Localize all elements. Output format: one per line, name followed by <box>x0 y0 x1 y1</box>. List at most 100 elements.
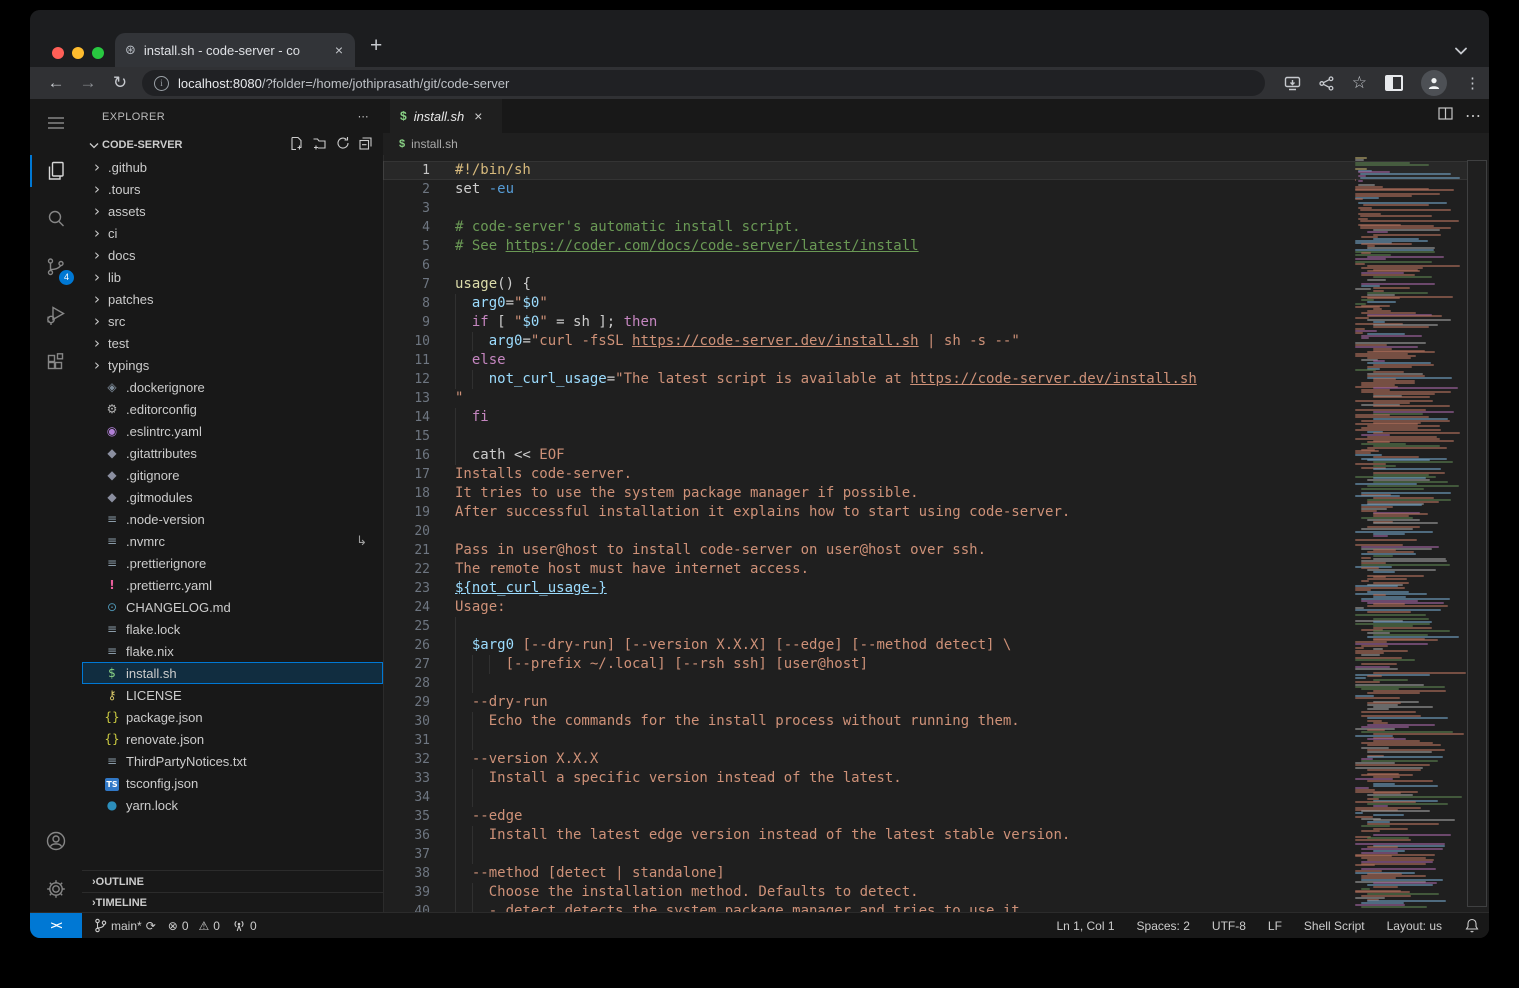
file-row-.nvmrc[interactable]: ≡.nvmrc↳ <box>82 530 383 552</box>
zoom-window-button[interactable] <box>92 47 104 59</box>
code-line-20[interactable]: 20 <box>383 522 1115 541</box>
problems-status[interactable]: ⊗0 ⚠0 <box>168 919 220 933</box>
folder-row-.github[interactable]: ›.github <box>82 156 383 178</box>
install-app-icon[interactable] <box>1284 76 1301 91</box>
run-debug-icon[interactable] <box>30 291 82 339</box>
file-row-flake.nix[interactable]: ≡flake.nix <box>82 640 383 662</box>
code-line-16[interactable]: 16 cath << EOF <box>383 446 1115 465</box>
code-line-30[interactable]: 30 Echo the commands for the install pro… <box>383 712 1115 731</box>
file-row-CHANGELOG.md[interactable]: ⊙CHANGELOG.md <box>82 596 383 618</box>
project-root-row[interactable]: CODE-SERVER <box>82 134 383 156</box>
code-line-2[interactable]: 2set -eu <box>383 180 1115 199</box>
statusbar-item-eol[interactable]: LF <box>1268 919 1282 933</box>
code-line-28[interactable]: 28 <box>383 674 1115 693</box>
file-row-.gitattributes[interactable]: ◆.gitattributes <box>82 442 383 464</box>
folder-row-lib[interactable]: ›lib <box>82 266 383 288</box>
file-row-.node-version[interactable]: ≡.node-version <box>82 508 383 530</box>
code-line-12[interactable]: 12 not_curl_usage="The latest script is … <box>383 370 1115 389</box>
code-line-9[interactable]: 9 if [ "$0" = sh ]; then <box>383 313 1115 332</box>
source-control-icon[interactable]: 4 <box>30 243 82 291</box>
notifications-bell-icon[interactable] <box>1465 918 1479 933</box>
code-line-33[interactable]: 33 Install a specific version instead of… <box>383 769 1115 788</box>
minimize-window-button[interactable] <box>72 47 84 59</box>
file-row-.prettierignore[interactable]: ≡.prettierignore <box>82 552 383 574</box>
file-row-.editorconfig[interactable]: ⚙.editorconfig <box>82 398 383 420</box>
window-controls[interactable] <box>52 47 104 59</box>
file-row-.gitmodules[interactable]: ◆.gitmodules <box>82 486 383 508</box>
close-window-button[interactable] <box>52 47 64 59</box>
code-line-24[interactable]: 24Usage: <box>383 598 1115 617</box>
code-line-15[interactable]: 15 <box>383 427 1115 446</box>
file-row-tsconfig.json[interactable]: TStsconfig.json <box>82 772 383 794</box>
code-line-6[interactable]: 6 <box>383 256 1115 275</box>
search-icon[interactable] <box>30 195 82 243</box>
open-to-side-icon[interactable]: ↳ <box>356 534 383 549</box>
split-editor-icon[interactable] <box>1438 107 1453 125</box>
code-line-23[interactable]: 23${not_curl_usage-} <box>383 579 1115 598</box>
new-folder-icon[interactable] <box>312 136 328 154</box>
file-row-install.sh[interactable]: $install.sh <box>82 662 383 684</box>
sync-icon[interactable]: ⟳ <box>146 919 156 933</box>
code-line-36[interactable]: 36 Install the latest edge version inste… <box>383 826 1115 845</box>
code-editor[interactable]: 1#!/bin/sh2set -eu34# code-server's auto… <box>383 155 1489 913</box>
code-line-29[interactable]: 29 --dry-run <box>383 693 1115 712</box>
reload-button[interactable]: ↻ <box>104 73 136 93</box>
account-icon[interactable] <box>30 817 82 865</box>
branch-status[interactable]: main* ⟳ <box>94 918 156 933</box>
explorer-more-icon[interactable]: ⋯ <box>358 110 369 123</box>
code-line-31[interactable]: 31 <box>383 731 1115 750</box>
code-line-4[interactable]: 4# code-server's automatic install scrip… <box>383 218 1115 237</box>
forward-button[interactable]: → <box>72 73 104 93</box>
statusbar-item-keyboard-layout[interactable]: Layout: us <box>1387 919 1442 933</box>
code-line-34[interactable]: 34 <box>383 788 1115 807</box>
code-line-26[interactable]: 26 $arg0 [--dry-run] [--version X.X.X] [… <box>383 636 1115 655</box>
code-line-1[interactable]: 1#!/bin/sh <box>383 161 1468 180</box>
back-button[interactable]: ← <box>40 73 72 93</box>
editor-more-actions-icon[interactable]: ⋯ <box>1465 106 1481 126</box>
folder-row-src[interactable]: ›src <box>82 310 383 332</box>
editor-tab-install-sh[interactable]: $ install.sh × <box>390 99 502 133</box>
code-line-32[interactable]: 32 --version X.X.X <box>383 750 1115 769</box>
file-row-.gitignore[interactable]: ◆.gitignore <box>82 464 383 486</box>
collapse-all-icon[interactable] <box>358 136 373 154</box>
folder-row-assets[interactable]: ›assets <box>82 200 383 222</box>
code-line-17[interactable]: 17Installs code-server. <box>383 465 1115 484</box>
new-tab-button[interactable]: + <box>370 34 382 58</box>
code-line-38[interactable]: 38 --method [detect | standalone] <box>383 864 1115 883</box>
close-tab-icon[interactable]: × <box>333 42 345 58</box>
minimap[interactable] <box>1352 155 1468 913</box>
folder-row-.tours[interactable]: ›.tours <box>82 178 383 200</box>
code-line-5[interactable]: 5# See https://coder.com/docs/code-serve… <box>383 237 1115 256</box>
statusbar-item-indentation[interactable]: Spaces: 2 <box>1137 919 1190 933</box>
file-row-package.json[interactable]: {}package.json <box>82 706 383 728</box>
breadcrumb[interactable]: $ install.sh <box>383 133 1489 155</box>
statusbar-item-language-mode[interactable]: Shell Script <box>1304 919 1365 933</box>
browser-menu-icon[interactable]: ⋮ <box>1465 74 1480 92</box>
folder-row-test[interactable]: ›test <box>82 332 383 354</box>
ports-status[interactable]: 0 <box>232 919 257 933</box>
profile-avatar[interactable] <box>1421 70 1447 96</box>
extensions-icon[interactable] <box>30 339 82 387</box>
code-line-7[interactable]: 7usage() { <box>383 275 1115 294</box>
code-line-11[interactable]: 11 else <box>383 351 1115 370</box>
folder-row-ci[interactable]: ›ci <box>82 222 383 244</box>
remote-indicator[interactable]: >< <box>30 913 82 938</box>
explorer-view-icon[interactable] <box>30 147 82 195</box>
timeline-section[interactable]: ›TIMELINE <box>82 892 383 913</box>
code-line-18[interactable]: 18It tries to use the system package man… <box>383 484 1115 503</box>
file-row-ThirdPartyNotices.txt[interactable]: ≡ThirdPartyNotices.txt <box>82 750 383 772</box>
code-line-25[interactable]: 25 <box>383 617 1115 636</box>
file-row-LICENSE[interactable]: ⚷LICENSE <box>82 684 383 706</box>
tab-search-chevron-icon[interactable] <box>1455 42 1467 60</box>
outline-section[interactable]: ›OUTLINE <box>82 870 383 893</box>
browser-tab[interactable]: ⊛ install.sh - code-server - co × <box>115 33 355 67</box>
code-line-22[interactable]: 22The remote host must have internet acc… <box>383 560 1115 579</box>
code-line-3[interactable]: 3 <box>383 199 1115 218</box>
code-line-21[interactable]: 21Pass in user@host to install code-serv… <box>383 541 1115 560</box>
refresh-icon[interactable] <box>336 136 350 154</box>
statusbar-item-cursor-position[interactable]: Ln 1, Col 1 <box>1056 919 1114 933</box>
file-row-.prettierrc.yaml[interactable]: !.prettierrc.yaml <box>82 574 383 596</box>
file-row-renovate.json[interactable]: {}renovate.json <box>82 728 383 750</box>
code-line-13[interactable]: 13" <box>383 389 1115 408</box>
settings-gear-icon[interactable] <box>30 865 82 913</box>
